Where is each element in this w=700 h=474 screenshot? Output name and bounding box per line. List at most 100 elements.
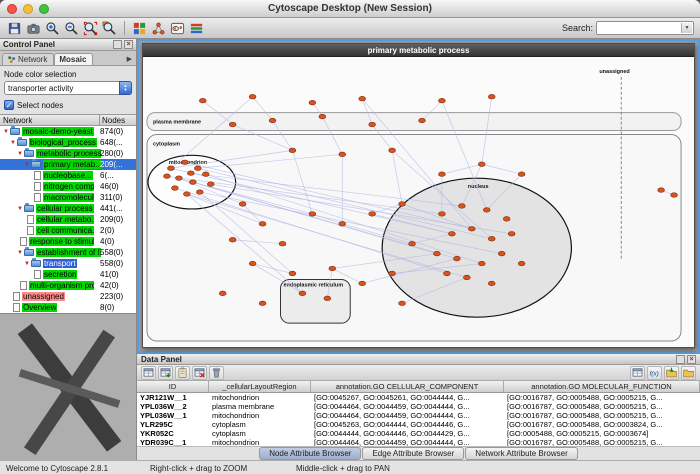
network-node[interactable] [299, 291, 306, 296]
table-cell[interactable]: YPL036W__1 [137, 411, 209, 420]
table-cell[interactable]: mitochondrion [209, 438, 311, 446]
network-node[interactable] [168, 166, 175, 171]
network-node[interactable] [187, 171, 194, 176]
clipboard-icon[interactable] [175, 366, 190, 380]
network-node[interactable] [319, 114, 326, 119]
network-node[interactable] [259, 301, 266, 306]
table-row[interactable]: YPL036W__2plasma membrane[GO:0044464, GO… [137, 402, 700, 411]
table-cell[interactable]: [GO:0016787, GO:0005488, GO:0005215, G..… [504, 438, 700, 446]
network-node[interactable] [339, 222, 346, 227]
table-cell[interactable]: YKR052C [137, 429, 209, 438]
network-node[interactable] [339, 152, 346, 157]
new-column-icon[interactable] [158, 366, 173, 380]
table-row[interactable]: YLR295Ccytoplasm[GO:0045263, GO:0044444,… [137, 420, 700, 429]
network-node[interactable] [478, 261, 485, 266]
network-node[interactable] [671, 193, 678, 198]
table-row[interactable]: YDR039C__1mitochondrion[GO:0044464, GO:0… [137, 438, 700, 446]
tab-network-attribute-browser[interactable]: Network Attribute Browser [465, 447, 577, 460]
close-panel-icon[interactable]: × [124, 40, 133, 49]
zoom-selected-icon[interactable] [101, 20, 118, 37]
tree-item[interactable]: Overview8(0) [0, 302, 136, 313]
table-cell[interactable]: mitochondrion [209, 393, 311, 402]
expand-arrow-icon[interactable]: ▼ [16, 206, 24, 212]
tree-item[interactable]: unassigned223(0) [0, 291, 136, 302]
network-node[interactable] [181, 160, 188, 165]
network-canvas[interactable]: plasma membranecytoplasmmitochondrionnuc… [143, 57, 694, 347]
tree-item[interactable]: nitrogen compo...46(0) [0, 181, 136, 192]
table-cell[interactable]: cytoplasm [209, 420, 311, 429]
network-node[interactable] [463, 275, 470, 280]
tab-mosaic[interactable]: Mosaic [54, 53, 93, 65]
tree-item[interactable]: multi-organism pro...42(0) [0, 280, 136, 291]
network-node[interactable] [518, 172, 525, 177]
network-node[interactable] [229, 237, 236, 242]
table-cell[interactable]: cytoplasm [209, 429, 311, 438]
table-cell[interactable]: [GO:0044444, GO:0044446, GO:0044429, G..… [311, 429, 504, 438]
float-data-panel-icon[interactable] [676, 355, 685, 364]
network-node[interactable] [249, 94, 256, 99]
tree-item[interactable]: ▼transport558(0) [0, 258, 136, 269]
network-node[interactable] [259, 222, 266, 227]
table-cell[interactable]: [GO:0016787, GO:0005488, GO:0005215, G..… [504, 402, 700, 411]
tree-item[interactable]: ▼metabolic process280(0) [0, 148, 136, 159]
network-node[interactable] [289, 148, 296, 153]
table-cell[interactable]: YJR121W__1 [137, 393, 209, 402]
tab-scroll-right-icon[interactable] [127, 55, 136, 65]
tree-item[interactable]: cellular metabo...209(0) [0, 214, 136, 225]
column-header[interactable]: annotation.GO CELLULAR_COMPONENT [311, 381, 504, 392]
tree-item[interactable]: ▼mosaic-demo-yeast874(0) [0, 126, 136, 137]
expand-arrow-icon[interactable]: ▼ [2, 129, 10, 135]
table-cell[interactable]: YLR295C [137, 420, 209, 429]
network-node[interactable] [359, 281, 366, 286]
table-row[interactable]: YKR052Ccytoplasm[GO:0044444, GO:0044446,… [137, 429, 700, 438]
zoom-out-icon[interactable] [63, 20, 80, 37]
tree-item[interactable]: secretion41(0) [0, 269, 136, 280]
network-node[interactable] [324, 296, 331, 301]
legend-icon[interactable] [188, 20, 205, 37]
tab-network[interactable]: Network [2, 53, 54, 65]
table-cell[interactable]: [GO:0044464, GO:0044459, GO:0044444, G..… [311, 438, 504, 446]
network-node[interactable] [249, 261, 256, 266]
network-node[interactable] [164, 174, 171, 179]
network-node[interactable] [488, 94, 495, 99]
network-node[interactable] [329, 266, 336, 271]
network-node[interactable] [439, 172, 446, 177]
network-node[interactable] [448, 231, 455, 236]
network-node[interactable] [279, 241, 286, 246]
tab-node-attribute-browser[interactable]: Node Attribute Browser [259, 447, 361, 460]
table-cell[interactable]: plasma membrane [209, 402, 311, 411]
table-cell[interactable]: [GO:0016787, GO:0005488, GO:0003824, G..… [504, 420, 700, 429]
network-node[interactable] [269, 118, 276, 123]
zoom-in-icon[interactable] [44, 20, 61, 37]
tree-item[interactable]: ▼biological_process648(... [0, 137, 136, 148]
network-node[interactable] [175, 176, 182, 181]
import-table-icon[interactable] [664, 366, 679, 380]
delete-column-icon[interactable] [192, 366, 207, 380]
tree-item[interactable]: cell communica...2(0) [0, 225, 136, 236]
network-node[interactable] [229, 122, 236, 127]
network-node[interactable] [488, 236, 495, 241]
folder-icon[interactable] [681, 366, 696, 380]
network-node[interactable] [453, 256, 460, 261]
tree-item[interactable]: response to stimul...4(0) [0, 236, 136, 247]
tab-edge-attribute-browser[interactable]: Edge Attribute Browser [362, 447, 464, 460]
table-cell[interactable]: [GO:0005488, GO:0005215, GO:0003674] [504, 429, 700, 438]
expand-arrow-icon[interactable]: ▼ [16, 151, 24, 157]
column-header[interactable]: _cellularLayoutRegion [209, 381, 311, 392]
network-nodes-icon[interactable] [150, 20, 167, 37]
table-cell[interactable]: [GO:0045263, GO:0044444, GO:0044446, G..… [311, 420, 504, 429]
network-node[interactable] [488, 281, 495, 286]
column-header[interactable]: ID [137, 381, 209, 392]
table-row[interactable]: YPL036W__1mitochondrion[GO:0044464, GO:0… [137, 411, 700, 420]
zoom-fit-icon[interactable] [82, 20, 99, 37]
network-node[interactable] [434, 251, 441, 256]
network-node[interactable] [444, 271, 451, 276]
expand-arrow-icon[interactable]: ▼ [23, 162, 31, 168]
close-data-panel-icon[interactable]: × [687, 355, 696, 364]
network-node[interactable] [196, 190, 203, 195]
nodes-column-header[interactable]: Nodes [99, 115, 125, 125]
network-node[interactable] [518, 261, 525, 266]
search-input[interactable] [597, 22, 681, 34]
network-node[interactable] [389, 271, 396, 276]
network-node[interactable] [399, 301, 406, 306]
